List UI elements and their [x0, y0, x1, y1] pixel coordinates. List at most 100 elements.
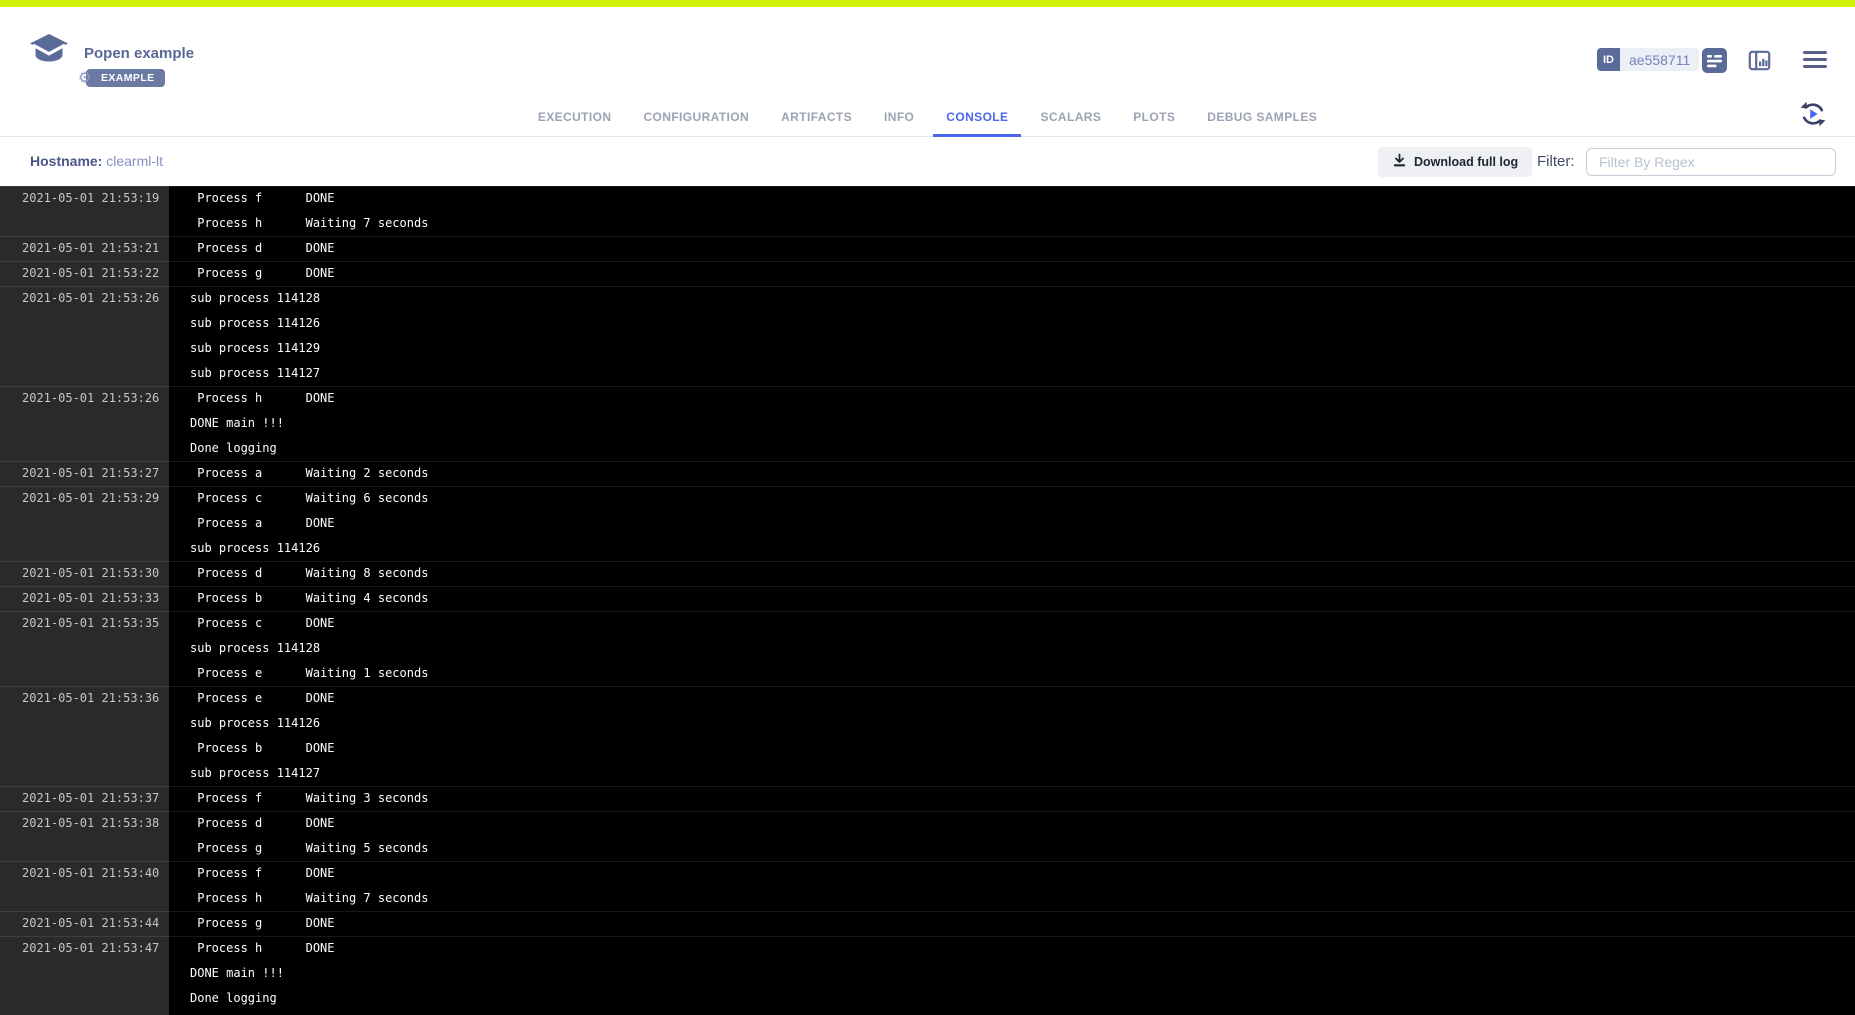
log-line: Process c Waiting 6 seconds [169, 486, 1855, 511]
log-line: sub process 114127 [169, 761, 1855, 786]
log-line: Process f DONE [169, 861, 1855, 886]
log-line: sub process 114126 [169, 536, 1855, 561]
log-entry: 2021-05-01 21:53:38 Process d DONE Proce… [0, 811, 1855, 861]
tab-configuration[interactable]: CONFIGURATION [630, 99, 762, 137]
log-timestamp: 2021-05-01 21:53:33 [0, 586, 169, 611]
log-line: Process h Waiting 7 seconds [169, 886, 1855, 911]
tab-artifacts[interactable]: ARTIFACTS [768, 99, 865, 137]
details-view-button[interactable] [1702, 48, 1727, 73]
auto-refresh-button[interactable] [1796, 98, 1830, 132]
log-line: Process b DONE [169, 736, 1855, 761]
console-log[interactable]: 2021-05-01 21:53:19 Process f DONE Proce… [0, 186, 1855, 1015]
log-entry: 2021-05-01 21:53:44 Process g DONE [0, 911, 1855, 936]
hostname: Hostname: clearml-lt [30, 153, 163, 169]
info-panel-button[interactable] [1747, 48, 1772, 73]
tab-info[interactable]: INFO [871, 99, 927, 137]
log-entry: 2021-05-01 21:53:21 Process d DONE [0, 236, 1855, 261]
log-line: Process f Waiting 3 seconds [169, 786, 1855, 811]
log-line: sub process 114129 [169, 336, 1855, 361]
log-line: Process f DONE [169, 186, 1855, 211]
log-line: Process g Waiting 5 seconds [169, 836, 1855, 861]
log-entry-lines: Process d Waiting 8 seconds [169, 561, 1855, 586]
log-entry: 2021-05-01 21:53:26sub process 114128sub… [0, 286, 1855, 386]
log-timestamp: 2021-05-01 21:53:27 [0, 461, 169, 486]
log-timestamp: 2021-05-01 21:53:26 [0, 386, 169, 461]
log-entry-lines: Process c Waiting 6 seconds Process a DO… [169, 486, 1855, 561]
task-logo-icon [27, 32, 71, 75]
log-entry: 2021-05-01 21:53:36 Process e DONEsub pr… [0, 686, 1855, 786]
log-entry: 2021-05-01 21:53:26 Process h DONEDONE m… [0, 386, 1855, 461]
refresh-icon [1797, 118, 1829, 133]
log-line: Process e DONE [169, 686, 1855, 711]
tab-plots[interactable]: PLOTS [1120, 99, 1188, 137]
log-timestamp: 2021-05-01 21:53:37 [0, 786, 169, 811]
log-line: Process h DONE [169, 386, 1855, 411]
log-timestamp: 2021-05-01 21:53:47 [0, 936, 169, 1011]
log-line: Process h Waiting 7 seconds [169, 211, 1855, 236]
download-icon [1392, 153, 1407, 171]
log-entry-lines: Process b Waiting 4 seconds [169, 586, 1855, 611]
log-timestamp: 2021-05-01 21:53:40 [0, 861, 169, 911]
log-timestamp: 2021-05-01 21:53:44 [0, 911, 169, 936]
hostname-value: clearml-lt [106, 153, 163, 169]
log-entry: 2021-05-01 21:53:35 Process c DONEsub pr… [0, 611, 1855, 686]
download-label: Download full log [1414, 155, 1518, 169]
menu-button[interactable] [1803, 51, 1827, 69]
log-line: DONE main !!! [169, 411, 1855, 436]
tab-debug-samples[interactable]: DEBUG SAMPLES [1194, 99, 1330, 137]
log-entry-lines: Process h DONEDONE main !!!Done logging [169, 936, 1855, 1011]
log-timestamp: 2021-05-01 21:53:35 [0, 611, 169, 686]
log-line: sub process 114126 [169, 711, 1855, 736]
log-entry-lines: Process e DONEsub process 114126 Process… [169, 686, 1855, 786]
console-toolbar: Hostname: clearml-lt Download full log F… [0, 138, 1855, 186]
log-line: sub process 114128 [169, 286, 1855, 311]
tab-console[interactable]: CONSOLE [933, 99, 1021, 137]
log-timestamp: 2021-05-01 21:53:38 [0, 811, 169, 861]
log-entry: 2021-05-01 21:53:40 Process f DONE Proce… [0, 861, 1855, 911]
log-entry-lines: Process g DONE [169, 261, 1855, 286]
log-entry-lines: Process f Waiting 3 seconds [169, 786, 1855, 811]
tab-scalars[interactable]: SCALARS [1027, 99, 1114, 137]
log-entry: 2021-05-01 21:53:30 Process d Waiting 8 … [0, 561, 1855, 586]
id-label: ID [1597, 48, 1620, 71]
log-entry: 2021-05-01 21:53:37 Process f Waiting 3 … [0, 786, 1855, 811]
example-badge-label: EXAMPLE [101, 72, 155, 84]
id-value: ae558711 [1620, 48, 1699, 71]
log-line: sub process 114126 [169, 311, 1855, 336]
log-entry: 2021-05-01 21:53:22 Process g DONE [0, 261, 1855, 286]
log-timestamp: 2021-05-01 21:53:29 [0, 486, 169, 561]
filter-regex-input[interactable] [1586, 148, 1836, 176]
log-line: Process a DONE [169, 511, 1855, 536]
log-entry: 2021-05-01 21:53:27 Process a Waiting 2 … [0, 461, 1855, 486]
log-timestamp: 2021-05-01 21:53:22 [0, 261, 169, 286]
gear-icon: ⚙ [78, 68, 92, 86]
details-list-icon [1702, 61, 1727, 76]
log-timestamp: 2021-05-01 21:53:36 [0, 686, 169, 786]
log-line: Process a Waiting 2 seconds [169, 461, 1855, 486]
download-full-log-button[interactable]: Download full log [1378, 147, 1532, 177]
log-entry-lines: Process d DONE Process g Waiting 5 secon… [169, 811, 1855, 861]
log-entry-lines: Process a Waiting 2 seconds [169, 461, 1855, 486]
log-timestamp: 2021-05-01 21:53:21 [0, 236, 169, 261]
clearml-app: PUBLISHED Popen example ⚙EXAMPLE ID ae55… [0, 0, 1855, 1015]
log-timestamp: 2021-05-01 21:53:30 [0, 561, 169, 586]
log-timestamp: 2021-05-01 21:53:26 [0, 286, 169, 386]
log-line: Process g DONE [169, 911, 1855, 936]
split-panel-chart-icon [1747, 61, 1772, 76]
log-line: Process d DONE [169, 236, 1855, 261]
log-entry-lines: Process d DONE [169, 236, 1855, 261]
log-timestamp: 2021-05-01 21:53:19 [0, 186, 169, 236]
log-entry-lines: Process g DONE [169, 911, 1855, 936]
log-line: Process h DONE [169, 936, 1855, 961]
log-entry: 2021-05-01 21:53:33 Process b Waiting 4 … [0, 586, 1855, 611]
log-line: Process e Waiting 1 seconds [169, 661, 1855, 686]
experiment-id-chip[interactable]: ID ae558711 [1597, 48, 1699, 71]
status-color-bar [0, 0, 1855, 7]
log-line: sub process 114127 [169, 361, 1855, 386]
log-entry-lines: Process f DONE Process h Waiting 7 secon… [169, 186, 1855, 236]
log-line: Done logging [169, 986, 1855, 1011]
log-entry-lines: Process c DONEsub process 114128 Process… [169, 611, 1855, 686]
tab-execution[interactable]: EXECUTION [525, 99, 625, 137]
log-line: sub process 114128 [169, 636, 1855, 661]
log-entry: 2021-05-01 21:53:47 Process h DONEDONE m… [0, 936, 1855, 1011]
